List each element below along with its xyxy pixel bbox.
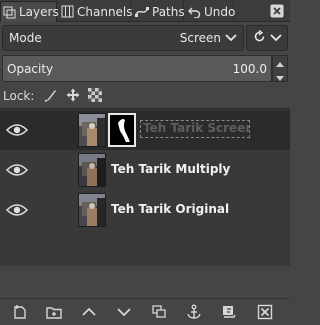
tab-label: Layers <box>19 5 59 19</box>
layer-name-editing[interactable]: Teh Tarik Screen <box>140 120 250 138</box>
spin-down-icon[interactable] <box>276 70 284 84</box>
layer-row[interactable]: Teh Tarik Original <box>0 190 290 230</box>
tab-layers[interactable]: Layers <box>0 1 59 22</box>
dock-close-icon[interactable] <box>270 4 284 18</box>
dock-tab-bar: Layers Channels Paths Undo <box>0 0 290 22</box>
lock-alpha-icon[interactable] <box>88 87 103 105</box>
tab-label: Channels <box>77 4 133 19</box>
channels-icon <box>61 5 74 19</box>
eye-visibility-icon[interactable] <box>5 122 29 138</box>
tab-undo[interactable]: Undo <box>186 1 236 22</box>
tab-paths[interactable]: Paths <box>133 1 185 22</box>
paths-icon <box>135 5 149 19</box>
layer-mask-thumbnail[interactable] <box>108 113 136 147</box>
delete-layer-icon[interactable] <box>257 304 273 320</box>
layer-thumbnail[interactable] <box>78 193 106 227</box>
eye-visibility-icon[interactable] <box>5 162 29 178</box>
layer-thumbnail[interactable] <box>78 113 106 147</box>
layers-list[interactable]: Teh Tarik Screen Teh Tarik Multiply Teh … <box>0 108 290 266</box>
tab-label: Paths <box>152 4 185 19</box>
lock-label: Lock: <box>3 89 35 103</box>
lock-position-icon[interactable] <box>66 88 80 105</box>
chevron-down-icon <box>225 31 237 45</box>
composite-mode-button[interactable] <box>246 25 288 51</box>
reset-mode-icon <box>253 29 266 46</box>
layers-icon <box>3 5 16 19</box>
opacity-value: 100.0 <box>232 62 267 76</box>
layer-name[interactable]: Teh Tarik Original <box>111 202 229 216</box>
raise-layer-icon[interactable] <box>81 304 97 320</box>
opacity-slider[interactable]: Opacity 100.0 <box>2 55 272 82</box>
opacity-label: Opacity <box>7 62 54 76</box>
mode-label: Mode <box>9 31 42 45</box>
layers-bottom-toolbar <box>0 298 290 325</box>
anchor-layer-icon[interactable] <box>186 304 202 320</box>
opacity-spin-buttons[interactable] <box>272 55 288 82</box>
chevron-down-icon <box>269 31 282 45</box>
undo-icon <box>188 5 201 19</box>
layer-mode-select[interactable]: Mode Screen <box>2 25 244 51</box>
new-layer-icon[interactable] <box>12 304 28 320</box>
lock-paint-icon[interactable] <box>44 88 58 105</box>
layer-row[interactable]: Teh Tarik Screen <box>0 110 290 150</box>
layer-row[interactable]: Teh Tarik Multiply <box>0 150 290 190</box>
layer-name[interactable]: Teh Tarik Multiply <box>111 162 230 176</box>
mode-value: Screen <box>179 31 221 45</box>
lock-row: Lock: <box>3 87 103 105</box>
add-mask-icon[interactable] <box>221 304 237 320</box>
lower-layer-icon[interactable] <box>116 304 132 320</box>
layer-thumbnail[interactable] <box>78 153 106 187</box>
tab-channels[interactable]: Channels <box>59 1 133 22</box>
eye-visibility-icon[interactable] <box>5 202 29 218</box>
spin-up-icon[interactable] <box>276 56 284 70</box>
duplicate-layer-icon[interactable] <box>151 304 167 320</box>
tab-label: Undo <box>204 4 236 19</box>
new-layer-group-icon[interactable] <box>46 304 62 320</box>
